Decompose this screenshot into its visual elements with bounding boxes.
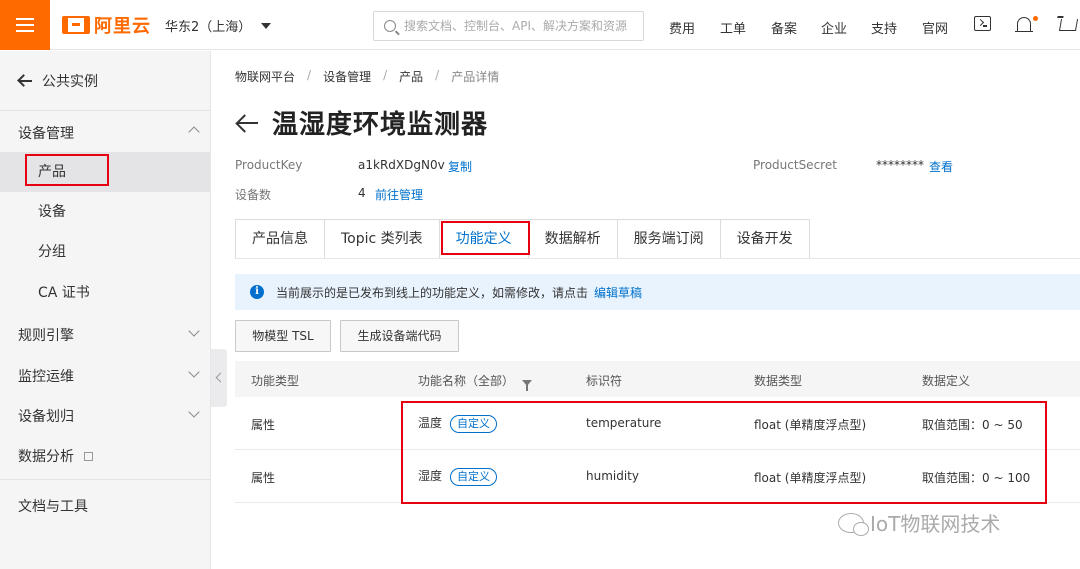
device-count-label: 设备数 (235, 188, 272, 202)
chevron-down-icon (188, 406, 200, 418)
sidebar-divider (0, 479, 210, 480)
back-to-public-instance[interactable]: 公共实例 (18, 71, 98, 91)
table-header: 功能类型 功能名称（全部） 标识符 数据类型 数据定义 (235, 361, 1080, 397)
global-search[interactable] (373, 11, 644, 41)
top-bar: 阿里云 华东2（上海） 费用 工单 备案 企业 支持 官网 (0, 0, 1080, 50)
sidebar-group-data-analysis[interactable]: 数据分析 (18, 446, 210, 466)
nav-official-site[interactable]: 官网 (922, 18, 948, 37)
wechat-icon (838, 512, 869, 536)
tab-device-development[interactable]: 设备开发 (721, 220, 809, 259)
tsl-button[interactable]: 物模型 TSL (235, 320, 331, 352)
col-identifier: 标识符 (586, 374, 623, 388)
tab-topic-list[interactable]: Topic 类列表 (325, 220, 440, 259)
col-feature-type: 功能类型 (251, 374, 300, 388)
cell-name: 温度 自定义 (418, 414, 498, 433)
sidebar-group-rule-engine[interactable]: 规则引擎 (18, 325, 210, 345)
product-key-value: a1kRdXDgN0v (358, 158, 445, 172)
nav-icp[interactable]: 备案 (771, 18, 797, 37)
col-feature-name[interactable]: 功能名称（全部） (418, 372, 533, 391)
chevron-up-icon (188, 126, 200, 138)
page-title-row: 温湿度环境监测器 (236, 104, 488, 141)
breadcrumb: 物联网平台 / 设备管理 / 产品 / 产品详情 (235, 68, 500, 85)
cell-type: 属性 (251, 418, 276, 432)
info-icon: i (250, 285, 264, 299)
region-label: 华东2（上海） (165, 20, 252, 35)
col-data-definition: 数据定义 (922, 374, 971, 388)
breadcrumb-product[interactable]: 产品 (399, 68, 423, 85)
region-selector[interactable]: 华东2（上海） (165, 16, 272, 35)
cell-data-type: float (单精度浮点型) (754, 471, 867, 485)
bell-icon[interactable] (1015, 16, 1033, 32)
feature-table: 功能类型 功能名称（全部） 标识符 数据类型 数据定义 属性 温度 自定义 tem… (235, 361, 1080, 503)
nav-tickets[interactable]: 工单 (720, 18, 746, 37)
menu-icon[interactable] (0, 0, 50, 50)
col-data-type: 数据类型 (754, 374, 803, 388)
notice-text: 当前展示的是已发布到线上的功能定义，如需修改，请点击 (276, 285, 589, 300)
table-row: 属性 温度 自定义 temperature float (单精度浮点型) 取值范围… (235, 397, 1080, 450)
chevron-down-icon (188, 366, 200, 378)
sidebar: 公共实例 设备管理 产品 设备 分组 CA 证书 规则引擎 监控运维 设备划归 … (0, 51, 211, 569)
nav-fees[interactable]: 费用 (669, 18, 695, 37)
filter-icon[interactable] (522, 380, 533, 391)
sidebar-collapse-handle[interactable] (211, 349, 227, 407)
sidebar-item-device[interactable]: 设备 (0, 192, 210, 232)
breadcrumb-iot-platform[interactable]: 物联网平台 (235, 68, 295, 85)
custom-tag: 自定义 (450, 415, 498, 433)
nav-support[interactable]: 支持 (871, 18, 897, 37)
cell-identifier: humidity (586, 469, 639, 483)
tab-data-parsing[interactable]: 数据解析 (529, 220, 618, 259)
tab-feature-definition[interactable]: 功能定义 (440, 220, 529, 259)
info-notice: i 当前展示的是已发布到线上的功能定义，如需修改，请点击 编辑草稿 (235, 274, 1080, 310)
tab-server-subscription[interactable]: 服务端订阅 (618, 220, 721, 259)
view-secret-link[interactable]: 查看 (929, 158, 953, 175)
cell-data-definition: 取值范围：0 ~ 100 (922, 471, 1031, 485)
cell-data-type: float (单精度浮点型) (754, 418, 867, 432)
back-arrow-icon[interactable] (236, 114, 258, 132)
generate-device-code-button[interactable]: 生成设备端代码 (340, 320, 459, 352)
manage-devices-link[interactable]: 前往管理 (375, 186, 423, 203)
sidebar-item-group[interactable]: 分组 (0, 232, 210, 272)
tab-product-info[interactable]: 产品信息 (236, 220, 325, 259)
table-row: 属性 湿度 自定义 humidity float (单精度浮点型) 取值范围：0 … (235, 450, 1080, 503)
edit-draft-link[interactable]: 编辑草稿 (594, 284, 642, 301)
notification-dot (1033, 16, 1038, 21)
search-input[interactable] (404, 19, 634, 33)
caret-down-icon (261, 22, 272, 29)
nav-enterprise[interactable]: 企业 (821, 18, 847, 37)
external-link-icon (84, 452, 94, 461)
sidebar-item-ca-cert[interactable]: CA 证书 (0, 273, 210, 313)
custom-tag: 自定义 (450, 468, 498, 486)
sidebar-group-device-management[interactable]: 设备管理 (18, 123, 210, 143)
terminal-icon[interactable] (974, 16, 991, 31)
cell-data-definition: 取值范围：0 ~ 50 (922, 418, 1023, 432)
product-key-label: ProductKey (235, 158, 303, 172)
watermark: IoT物联网技术 (838, 508, 1000, 537)
product-secret-label: ProductSecret (753, 158, 837, 172)
tabs-divider (235, 258, 1080, 259)
search-icon (384, 20, 396, 32)
cart-icon[interactable] (1058, 16, 1079, 31)
sidebar-item-product[interactable]: 产品 (0, 152, 210, 192)
cell-identifier: temperature (586, 416, 662, 430)
cell-name: 湿度 自定义 (418, 467, 498, 486)
sidebar-divider (0, 110, 210, 111)
device-count-value: 4 (358, 186, 366, 200)
sidebar-group-device-assignment[interactable]: 设备划归 (18, 406, 210, 426)
breadcrumb-device-management[interactable]: 设备管理 (323, 68, 371, 85)
aliyun-logo[interactable]: 阿里云 (62, 13, 151, 37)
product-tabs: 产品信息 Topic 类列表 功能定义 数据解析 服务端订阅 设备开发 (235, 219, 810, 259)
page-title: 温湿度环境监测器 (272, 110, 489, 140)
cell-type: 属性 (251, 471, 276, 485)
product-secret-value: ******** (876, 158, 924, 172)
copy-link[interactable]: 复制 (448, 158, 472, 175)
arrow-left-icon (18, 74, 32, 88)
logo-mark-icon (62, 16, 90, 34)
chevron-down-icon (188, 325, 200, 337)
breadcrumb-product-detail: 产品详情 (451, 70, 500, 84)
sidebar-group-monitoring[interactable]: 监控运维 (18, 366, 210, 386)
sidebar-item-docs-tools[interactable]: 文档与工具 (18, 496, 88, 516)
